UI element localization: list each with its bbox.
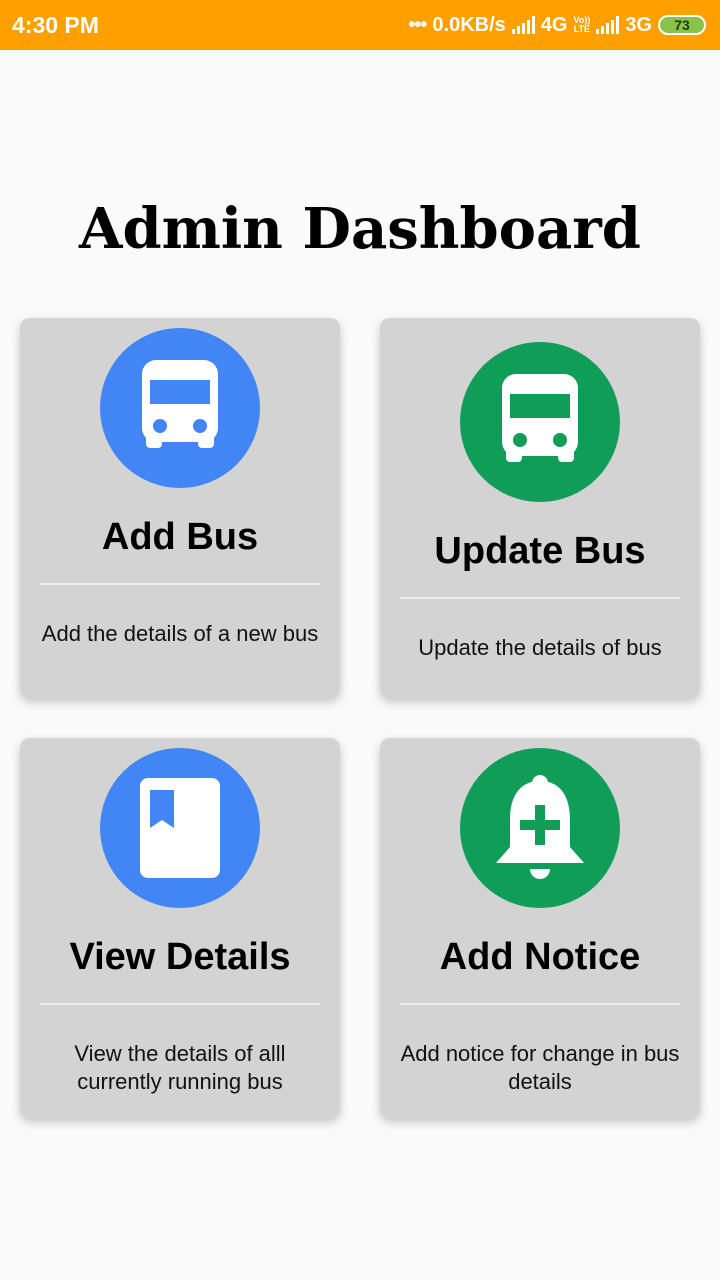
add-bus-title: Add Bus [101, 516, 259, 558]
add-bus-description: Add the details of a new bus [41, 621, 319, 646]
add-bus-card[interactable]: Add Bus Add the details of a new bus [20, 318, 340, 698]
add-notice-icon-circle [460, 748, 620, 908]
status-bar: 4:30 PM ••• 0.0KB/s 4G Vo)) LTE 3G 73 [0, 0, 720, 50]
view-details-card[interactable]: View Details View the details of alll cu… [20, 738, 340, 1118]
network-type-1: 4G [540, 13, 568, 36]
signal-icon-2 [596, 16, 620, 34]
bus-icon [502, 374, 578, 462]
card-divider [40, 1003, 320, 1005]
card-divider [400, 1003, 680, 1005]
data-rate: 0.0KB/s [432, 13, 506, 36]
more-dots-icon: ••• [408, 13, 427, 36]
signal-icon [511, 16, 535, 34]
page-title: Admin Dashboard [79, 196, 641, 262]
add-notice-description: Add notice for change in bus details [400, 1041, 680, 1094]
update-bus-icon-circle [460, 342, 620, 502]
update-bus-title: Update Bus [434, 530, 646, 572]
card-divider [400, 597, 680, 599]
status-icons: ••• 0.0KB/s 4G Vo)) LTE 3G 73 [408, 14, 706, 37]
view-details-description: View the details of alll currently runni… [74, 1041, 286, 1094]
status-time: 4:30 PM [12, 11, 99, 38]
add-notice-title: Add Notice [439, 936, 641, 978]
battery-level: 73 [674, 17, 690, 33]
volte-icon: Vo)) LTE [573, 15, 591, 34]
view-details-icon-circle [100, 748, 260, 908]
battery-icon: 73 [658, 15, 706, 35]
add-notice-card[interactable]: Add Notice Add notice for change in bus … [380, 738, 700, 1118]
card-divider [40, 583, 320, 585]
book-icon [140, 778, 220, 878]
dashboard-grid: Add Bus Add the details of a new bus Upd… [20, 318, 700, 1138]
update-bus-description: Update the details of bus [418, 635, 662, 660]
bus-icon [142, 360, 218, 448]
add-bus-icon-circle [100, 328, 260, 488]
notification-add-icon [496, 775, 584, 879]
network-type-2: 3G [625, 13, 652, 36]
update-bus-card[interactable]: Update Bus Update the details of bus [380, 318, 700, 698]
view-details-title: View Details [69, 936, 291, 978]
